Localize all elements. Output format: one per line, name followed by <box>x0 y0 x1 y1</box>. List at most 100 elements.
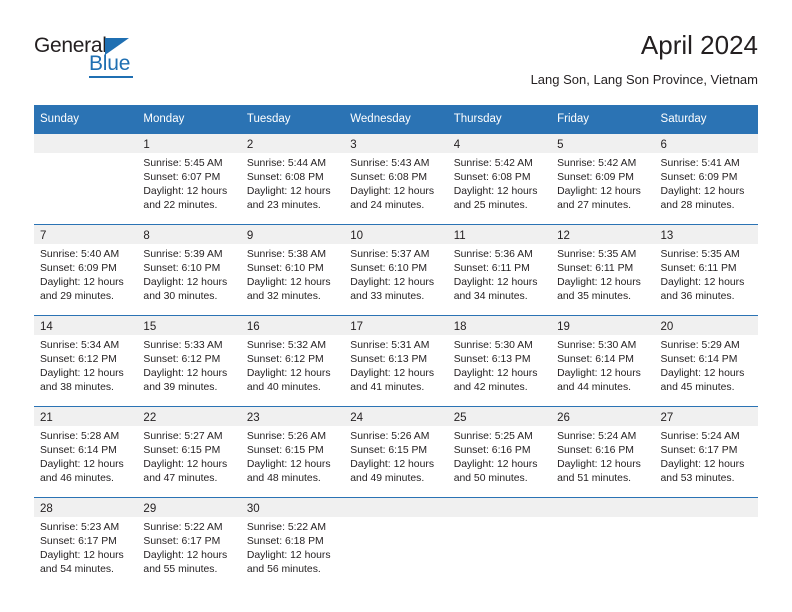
day-number: 8 <box>143 230 150 242</box>
calendar-day-cell[interactable]: 1 Sunrise: 5:45 AM Sunset: 6:07 PM Daylight… <box>137 133 241 225</box>
calendar-day-cell[interactable]: 7 Sunrise: 5:40 AM Sunset: 6:09 PM Daylight… <box>34 224 138 316</box>
calendar-day-cell[interactable]: 14 Sunrise: 5:34 AM Sunset: 6:12 PM Dayligh… <box>34 315 138 407</box>
day-number: 10 <box>350 230 364 242</box>
day-number-band: 18 <box>447 316 552 335</box>
calendar-day-cell[interactable]: 6 Sunrise: 5:41 AM Sunset: 6:09 PM Daylight… <box>654 133 758 225</box>
day-number-band: 23 <box>240 407 345 426</box>
calendar-day-cell[interactable]: 22 Sunrise: 5:27 AM Sunset: 6:15 PM Dayligh… <box>137 406 241 498</box>
calendar-day-cell[interactable]: 28 Sunrise: 5:23 AM Sunset: 6:17 PM Dayligh… <box>34 497 138 589</box>
day-number: 15 <box>143 321 157 333</box>
calendar-day-cell[interactable]: 12 Sunrise: 5:35 AM Sunset: 6:11 PM Dayligh… <box>551 224 655 316</box>
calendar-day-cell[interactable]: 20 Sunrise: 5:29 AM Sunset: 6:14 PM Dayligh… <box>654 315 758 407</box>
calendar-day-cell[interactable]: 24 Sunrise: 5:26 AM Sunset: 6:15 PM Dayligh… <box>344 406 448 498</box>
day-detail-line: Daylight: 12 hours <box>143 186 228 197</box>
day-cell-inner: 24 Sunrise: 5:26 AM Sunset: 6:15 PM Dayligh… <box>344 407 448 497</box>
day-number-band: 13 <box>654 225 758 244</box>
calendar-day-cell[interactable]: 21 Sunrise: 5:28 AM Sunset: 6:14 PM Dayligh… <box>34 406 138 498</box>
day-cell-details: Sunrise: 5:24 AM Sunset: 6:17 PM Daylight:… <box>655 426 758 486</box>
calendar-day-cell[interactable]: 13 Sunrise: 5:35 AM Sunset: 6:11 PM Dayligh… <box>654 224 758 316</box>
title-block: April 2024 Lang Son, Lang Son Province, … <box>531 30 758 89</box>
day-cell-details: Sunrise: 5:26 AM Sunset: 6:15 PM Daylight:… <box>241 426 344 486</box>
day-detail-line: and 40 minutes. <box>246 382 321 393</box>
day-detail-line: and 41 minutes. <box>350 382 425 393</box>
day-detail-line: Sunrise: 5:25 AM <box>453 431 533 442</box>
weekday-header-wednesday: Wednesday <box>344 105 448 134</box>
day-detail-line: Sunset: 6:12 PM <box>143 354 221 365</box>
day-number-band: 10 <box>344 225 448 244</box>
day-cell-details: Sunrise: 5:23 AM Sunset: 6:17 PM Daylight:… <box>34 517 137 577</box>
day-number-band <box>654 498 758 517</box>
day-number-band: 5 <box>551 134 655 153</box>
day-cell-inner: 5 Sunrise: 5:42 AM Sunset: 6:09 PM Daylight… <box>551 134 655 224</box>
day-cell-inner: 14 Sunrise: 5:34 AM Sunset: 6:12 PM Dayligh… <box>34 316 138 406</box>
day-number: 11 <box>453 230 466 242</box>
general-blue-logo: General Blue <box>34 34 204 86</box>
day-detail-line: and 54 minutes. <box>40 564 114 575</box>
weekday-header-thursday: Thursday <box>447 105 552 134</box>
calendar-day-cell-empty <box>34 133 138 225</box>
day-detail-line: and 42 minutes. <box>453 382 528 393</box>
weekday-header-row: Sunday Monday Tuesday Wednesday Thursday Frid… <box>34 105 758 134</box>
day-detail-line: Sunrise: 5:31 AM <box>350 340 430 351</box>
day-cell-inner: 2 Sunrise: 5:44 AM Sunset: 6:08 PM Daylight… <box>240 134 345 224</box>
weekday-header-monday: Monday <box>137 105 241 134</box>
day-detail-line: Sunset: 6:12 PM <box>40 354 117 365</box>
day-detail-line: Daylight: 12 hours <box>557 368 641 379</box>
day-cell-details: Sunrise: 5:33 AM Sunset: 6:12 PM Daylight:… <box>137 335 240 395</box>
day-detail-line: Sunrise: 5:40 AM <box>40 249 120 260</box>
calendar-day-cell[interactable]: 5 Sunrise: 5:42 AM Sunset: 6:09 PM Daylight… <box>551 133 655 225</box>
day-detail-line: Sunrise: 5:36 AM <box>453 249 533 260</box>
calendar-day-cell[interactable]: 3 Sunrise: 5:43 AM Sunset: 6:08 PM Daylight… <box>344 133 448 225</box>
day-number: 26 <box>557 412 570 424</box>
day-detail-line: Sunrise: 5:39 AM <box>143 249 223 260</box>
day-detail-line: Sunrise: 5:22 AM <box>143 522 223 533</box>
calendar-day-cell[interactable]: 4 Sunrise: 5:42 AM Sunset: 6:08 PM Daylight… <box>447 133 552 225</box>
day-detail-line: Daylight: 12 hours <box>453 277 538 288</box>
calendar-day-cell[interactable]: 18 Sunrise: 5:30 AM Sunset: 6:13 PM Dayligh… <box>447 315 552 407</box>
day-number: 4 <box>453 139 461 151</box>
calendar-day-cell[interactable]: 23 Sunrise: 5:26 AM Sunset: 6:15 PM Dayligh… <box>240 406 345 498</box>
day-detail-line: Sunrise: 5:38 AM <box>246 249 326 260</box>
calendar-day-cell[interactable]: 9 Sunrise: 5:38 AM Sunset: 6:10 PM Daylight… <box>240 224 345 316</box>
day-detail-line: Sunset: 6:10 PM <box>350 263 428 274</box>
calendar-day-cell[interactable]: 30 Sunrise: 5:22 AM Sunset: 6:18 PM Dayligh… <box>240 497 345 589</box>
calendar-day-cell[interactable]: 11 Sunrise: 5:36 AM Sunset: 6:11 PM Dayligh… <box>447 224 552 316</box>
day-cell-inner: 3 Sunrise: 5:43 AM Sunset: 6:08 PM Daylight… <box>344 134 448 224</box>
day-number-band <box>551 498 655 517</box>
calendar-day-cell[interactable]: 17 Sunrise: 5:31 AM Sunset: 6:13 PM Dayligh… <box>344 315 448 407</box>
day-detail-line: Sunset: 6:09 PM <box>660 172 738 183</box>
calendar-day-cell[interactable]: 19 Sunrise: 5:30 AM Sunset: 6:14 PM Dayligh… <box>551 315 655 407</box>
calendar-day-cell[interactable]: 26 Sunrise: 5:24 AM Sunset: 6:16 PM Dayligh… <box>551 406 655 498</box>
day-detail-line: Sunrise: 5:42 AM <box>557 158 637 169</box>
day-cell-details: Sunrise: 5:22 AM Sunset: 6:18 PM Daylight:… <box>241 517 344 577</box>
day-detail-line: Sunset: 6:15 PM <box>143 445 221 456</box>
calendar-day-cell[interactable]: 15 Sunrise: 5:33 AM Sunset: 6:12 PM Dayligh… <box>137 315 241 407</box>
day-detail-line: Sunset: 6:11 PM <box>660 263 737 274</box>
day-detail-line: Sunset: 6:13 PM <box>350 354 428 365</box>
day-detail-line: Sunset: 6:12 PM <box>246 354 324 365</box>
calendar-day-cell[interactable]: 2 Sunrise: 5:44 AM Sunset: 6:08 PM Daylight… <box>240 133 345 225</box>
day-number-band: 16 <box>240 316 345 335</box>
day-cell-details: Sunrise: 5:35 AM Sunset: 6:11 PM Daylight:… <box>655 244 758 304</box>
day-detail-line: Sunset: 6:08 PM <box>246 172 324 183</box>
calendar-day-cell[interactable]: 8 Sunrise: 5:39 AM Sunset: 6:10 PM Daylight… <box>137 224 241 316</box>
day-number-band: 1 <box>137 134 241 153</box>
calendar-day-cell[interactable]: 27 Sunrise: 5:24 AM Sunset: 6:17 PM Dayligh… <box>654 406 758 498</box>
day-cell-details: Sunrise: 5:25 AM Sunset: 6:16 PM Daylight:… <box>448 426 551 486</box>
day-number-band <box>34 134 138 153</box>
day-detail-line: and 55 minutes. <box>143 564 218 575</box>
day-cell-details: Sunrise: 5:24 AM Sunset: 6:16 PM Daylight:… <box>551 426 654 486</box>
day-detail-line: Sunrise: 5:24 AM <box>660 431 740 442</box>
day-detail-line: Sunset: 6:09 PM <box>557 172 634 183</box>
day-detail-line: Sunrise: 5:32 AM <box>246 340 326 351</box>
day-number: 22 <box>143 412 157 424</box>
day-number: 28 <box>40 503 53 515</box>
day-detail-line: and 33 minutes. <box>350 291 425 302</box>
day-cell-inner <box>344 498 448 588</box>
calendar-day-cell[interactable]: 16 Sunrise: 5:32 AM Sunset: 6:12 PM Dayligh… <box>240 315 345 407</box>
calendar-day-cell[interactable]: 25 Sunrise: 5:25 AM Sunset: 6:16 PM Dayligh… <box>447 406 552 498</box>
day-cell-details: Sunrise: 5:26 AM Sunset: 6:15 PM Daylight:… <box>344 426 447 486</box>
calendar-day-cell[interactable]: 29 Sunrise: 5:22 AM Sunset: 6:17 PM Dayligh… <box>137 497 241 589</box>
day-cell-inner: 18 Sunrise: 5:30 AM Sunset: 6:13 PM Dayligh… <box>447 316 552 406</box>
calendar-day-cell[interactable]: 10 Sunrise: 5:37 AM Sunset: 6:10 PM Dayligh… <box>344 224 448 316</box>
